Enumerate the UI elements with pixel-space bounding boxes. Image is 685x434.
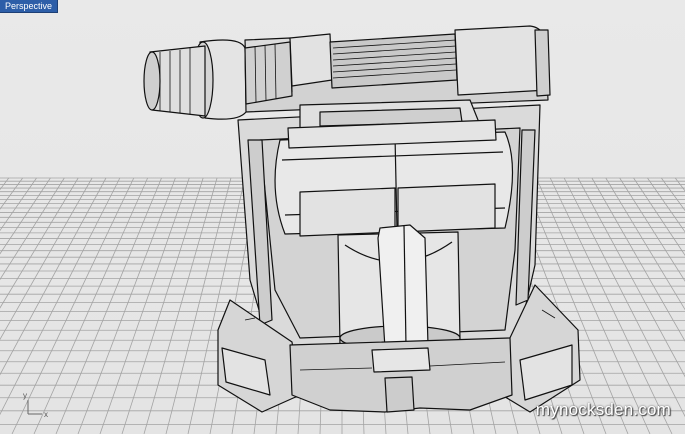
grid-line-v xyxy=(77,177,176,434)
perspective-viewport[interactable]: Perspective x y mynocksden.com xyxy=(0,0,685,434)
grid-line-v xyxy=(647,177,685,233)
grid-line-v xyxy=(121,177,204,434)
viewport-title-tab[interactable]: Perspective xyxy=(0,0,59,13)
watermark-text: mynocksden.com xyxy=(535,400,671,419)
grid-line-v xyxy=(33,177,148,434)
axis-y-label: y xyxy=(23,391,27,400)
grid-line-v xyxy=(11,177,135,434)
grid-line-v xyxy=(55,177,162,434)
grid-line-v xyxy=(563,177,685,418)
axis-gizmo: x y xyxy=(23,391,48,419)
grid-line-v xyxy=(0,177,79,309)
grid-line-v xyxy=(605,177,685,311)
grid-line-v xyxy=(674,177,685,192)
scene-canvas[interactable]: x y xyxy=(0,0,685,434)
backpack-model[interactable] xyxy=(143,25,581,413)
grid-line-v xyxy=(577,177,685,378)
grid-line-v xyxy=(0,177,121,416)
grid-line-v xyxy=(0,177,37,232)
grid-line-v xyxy=(0,177,107,376)
grid-line-v xyxy=(633,177,685,256)
grid-line-v xyxy=(591,177,685,342)
grid-line-v xyxy=(143,177,218,434)
axis-x-label: x xyxy=(44,410,48,419)
grid-line-v xyxy=(0,177,93,341)
main-body xyxy=(237,99,541,363)
grid-line-v xyxy=(549,177,673,434)
